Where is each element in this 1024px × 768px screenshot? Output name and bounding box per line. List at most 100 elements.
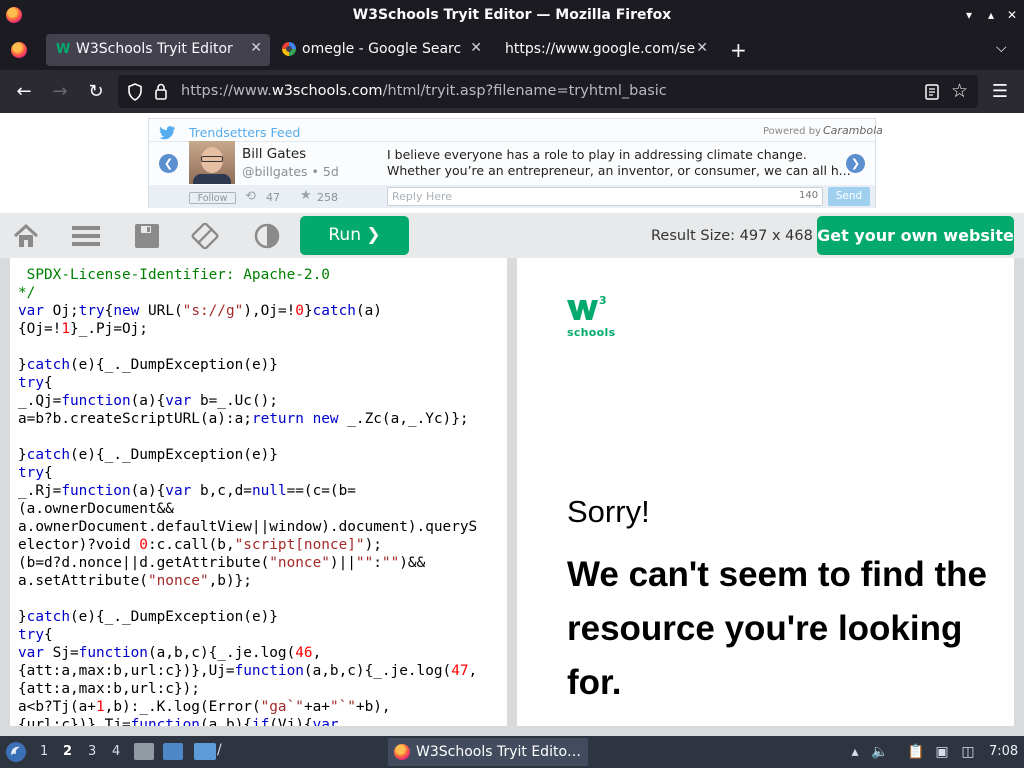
url-text[interactable]: https://www.w3schools.com/html/tryit.asp… xyxy=(181,83,667,99)
code-editor[interactable]: SPDX-License-Identifier: Apache-2.0 */var… xyxy=(10,258,507,726)
close-window-icon[interactable]: ✕ xyxy=(1005,8,1019,22)
ad-area: Trendsetters Feed Powered by Carambola ❮… xyxy=(0,113,1024,213)
ad-footer: Follow ⟲ 47 ★ 258 Reply Here 140 Send xyxy=(149,185,875,208)
tray-arrow-icon[interactable]: ▴ xyxy=(846,743,864,761)
retweet-icon[interactable]: ⟲ xyxy=(245,189,256,204)
tab-google-url[interactable]: https://www.google.com/sea ✕ xyxy=(494,34,716,66)
tab-close-icon[interactable]: ✕ xyxy=(696,40,708,56)
start-menu-icon[interactable] xyxy=(5,741,27,763)
like-star-icon[interactable]: ★ xyxy=(300,188,312,203)
volume-icon[interactable]: 🔈 xyxy=(871,743,889,761)
retweet-count: 47 xyxy=(266,191,280,204)
ad-next-arrow-icon[interactable]: ❯ xyxy=(846,154,865,173)
save-icon[interactable] xyxy=(133,223,161,249)
folder-launcher-icon[interactable] xyxy=(194,743,216,760)
editor-panes: SPDX-License-Identifier: Apache-2.0 */var… xyxy=(0,258,1024,736)
workspace-2[interactable]: 2 xyxy=(63,744,72,759)
lock-icon[interactable] xyxy=(154,83,168,100)
code-line[interactable]: a.ownerDocument.defaultView||window).doc… xyxy=(18,518,499,536)
notifications-icon[interactable]: ◫ xyxy=(959,743,977,761)
rotate-orientation-icon[interactable] xyxy=(191,223,219,249)
code-line[interactable]: {url:c})},Tj=function(a,b){if(Vj){var xyxy=(18,716,499,726)
navigation-bar: ← → ↻ https://www.w3schools.com/html/try… xyxy=(0,70,1024,113)
taskbar-window-firefox[interactable]: W3Schools Tryit Edito… xyxy=(388,738,588,766)
network-icon[interactable]: ▣ xyxy=(933,743,951,761)
tab-label: omegle - Google Search xyxy=(302,41,462,57)
code-line[interactable] xyxy=(18,428,499,446)
code-line[interactable]: */ xyxy=(18,284,499,302)
contrast-icon[interactable] xyxy=(253,223,281,249)
tab-close-icon[interactable]: ✕ xyxy=(470,40,482,56)
run-button[interactable]: Run ❯ xyxy=(300,216,409,255)
code-line[interactable]: var Sj=function(a,b,c){_.je.log(46, xyxy=(18,644,499,662)
code-line[interactable]: (b=d?d.nonce||d.getAttribute("nonce")||"… xyxy=(18,554,499,572)
get-your-own-website-button[interactable]: Get your own website xyxy=(817,216,1014,255)
feed-title[interactable]: Trendsetters Feed xyxy=(189,125,300,140)
ad-user-handle: @billgates • 5d xyxy=(242,164,339,179)
workspace-1[interactable]: 1 xyxy=(40,744,48,759)
code-line[interactable]: _.Rj=function(a){var b,c,d=null==(c=(b= xyxy=(18,482,499,500)
google-favicon-icon xyxy=(282,42,296,56)
like-count: 258 xyxy=(317,191,338,204)
code-line[interactable]: }catch(e){_._DumpException(e)} xyxy=(18,608,499,626)
code-line[interactable]: }catch(e){_._DumpException(e)} xyxy=(18,356,499,374)
code-line[interactable]: a<b?Tj(a+1,b):_.K.log(Error("ga`"+a+"`"+… xyxy=(18,698,499,716)
url-bar[interactable]: https://www.w3schools.com/html/tryit.asp… xyxy=(118,75,978,108)
powered-by-label: Powered by xyxy=(763,126,821,137)
code-line[interactable]: {Oj=!1}_.Pj=Oj; xyxy=(18,320,499,338)
code-line[interactable] xyxy=(18,590,499,608)
bookmark-star-icon[interactable]: ☆ xyxy=(951,80,968,102)
workspace-3[interactable]: 3 xyxy=(88,744,96,759)
code-line[interactable]: a.setAttribute("nonce",b)}; xyxy=(18,572,499,590)
w3schools-logo[interactable]: 3 schools xyxy=(567,294,616,339)
menu-icon[interactable] xyxy=(72,223,100,249)
logo-text: schools xyxy=(567,326,616,339)
tab-google-search[interactable]: omegle - Google Search ✕ xyxy=(272,34,490,66)
code-line[interactable]: {att:a,max:b,url:c})},Uj=function(a,b,c)… xyxy=(18,662,499,680)
tracking-protection-shield-icon[interactable] xyxy=(127,83,143,101)
twitter-bird-icon xyxy=(159,126,176,140)
maximize-icon[interactable]: ▴ xyxy=(984,8,998,22)
code-line[interactable]: _.Qj=function(a){var b=_.Uc(); xyxy=(18,392,499,410)
workspace-4[interactable]: 4 xyxy=(112,744,120,759)
ad-prev-arrow-icon[interactable]: ❮ xyxy=(159,154,178,173)
tab-label: https://www.google.com/sea xyxy=(505,41,695,57)
taskbar: 1 2 3 4 / W3Schools Tryit Edito… ▴ 🔈 📋 ▣… xyxy=(0,736,1024,768)
clipboard-icon[interactable]: 📋 xyxy=(907,743,925,761)
code-line[interactable]: try{ xyxy=(18,374,499,392)
firefox-view-icon[interactable] xyxy=(11,42,27,58)
result-size-label: Result Size: 497 x 468 xyxy=(651,228,813,244)
code-line[interactable]: (a.ownerDocument&& xyxy=(18,500,499,518)
follow-button[interactable]: Follow xyxy=(189,192,236,204)
menu-hamburger-icon[interactable]: ☰ xyxy=(988,80,1012,104)
reload-icon[interactable]: ↻ xyxy=(84,80,108,104)
file-manager-launcher-icon[interactable] xyxy=(134,743,154,760)
tab-w3schools[interactable]: W W3Schools Tryit Editor ✕ xyxy=(46,34,270,66)
back-icon[interactable]: ← xyxy=(12,80,36,104)
code-line[interactable]: a=b?b.createScriptURL(a):a;return new _.… xyxy=(18,410,499,428)
code-line[interactable]: try{ xyxy=(18,626,499,644)
code-line[interactable]: elector)?void 0:c.call(b,"script[nonce]"… xyxy=(18,536,499,554)
new-tab-icon[interactable]: + xyxy=(730,38,747,62)
code-line[interactable] xyxy=(18,338,499,356)
reply-input[interactable]: Reply Here 140 xyxy=(387,187,823,206)
code-line[interactable]: {att:a,max:b,url:c}); xyxy=(18,680,499,698)
forward-icon[interactable]: → xyxy=(48,80,72,104)
result-frame[interactable]: 3 schools Sorry! We can't seem to find t… xyxy=(517,258,1014,726)
list-all-tabs-icon[interactable]: ⌵ xyxy=(996,40,1007,56)
code-line[interactable]: }catch(e){_._DumpException(e)} xyxy=(18,446,499,464)
code-line[interactable]: var Oj;try{new URL("s://g"),Oj=!0}catch(… xyxy=(18,302,499,320)
minimize-icon[interactable]: ▾ xyxy=(962,8,976,22)
reader-view-icon[interactable] xyxy=(925,84,939,100)
tab-label: W3Schools Tryit Editor xyxy=(76,41,233,57)
tab-close-icon[interactable]: ✕ xyxy=(250,40,262,56)
carambola-logo[interactable]: Carambola xyxy=(823,124,883,137)
avatar xyxy=(189,141,235,184)
code-line[interactable]: try{ xyxy=(18,464,499,482)
send-button[interactable]: Send xyxy=(828,187,870,206)
code-line[interactable]: SPDX-License-Identifier: Apache-2.0 xyxy=(18,266,499,284)
desktop-launcher-icon[interactable] xyxy=(163,743,183,760)
trendsetters-ad: Trendsetters Feed Powered by Carambola ❮… xyxy=(148,118,883,208)
home-icon[interactable] xyxy=(12,223,40,249)
clock: 7:08 xyxy=(989,744,1019,759)
